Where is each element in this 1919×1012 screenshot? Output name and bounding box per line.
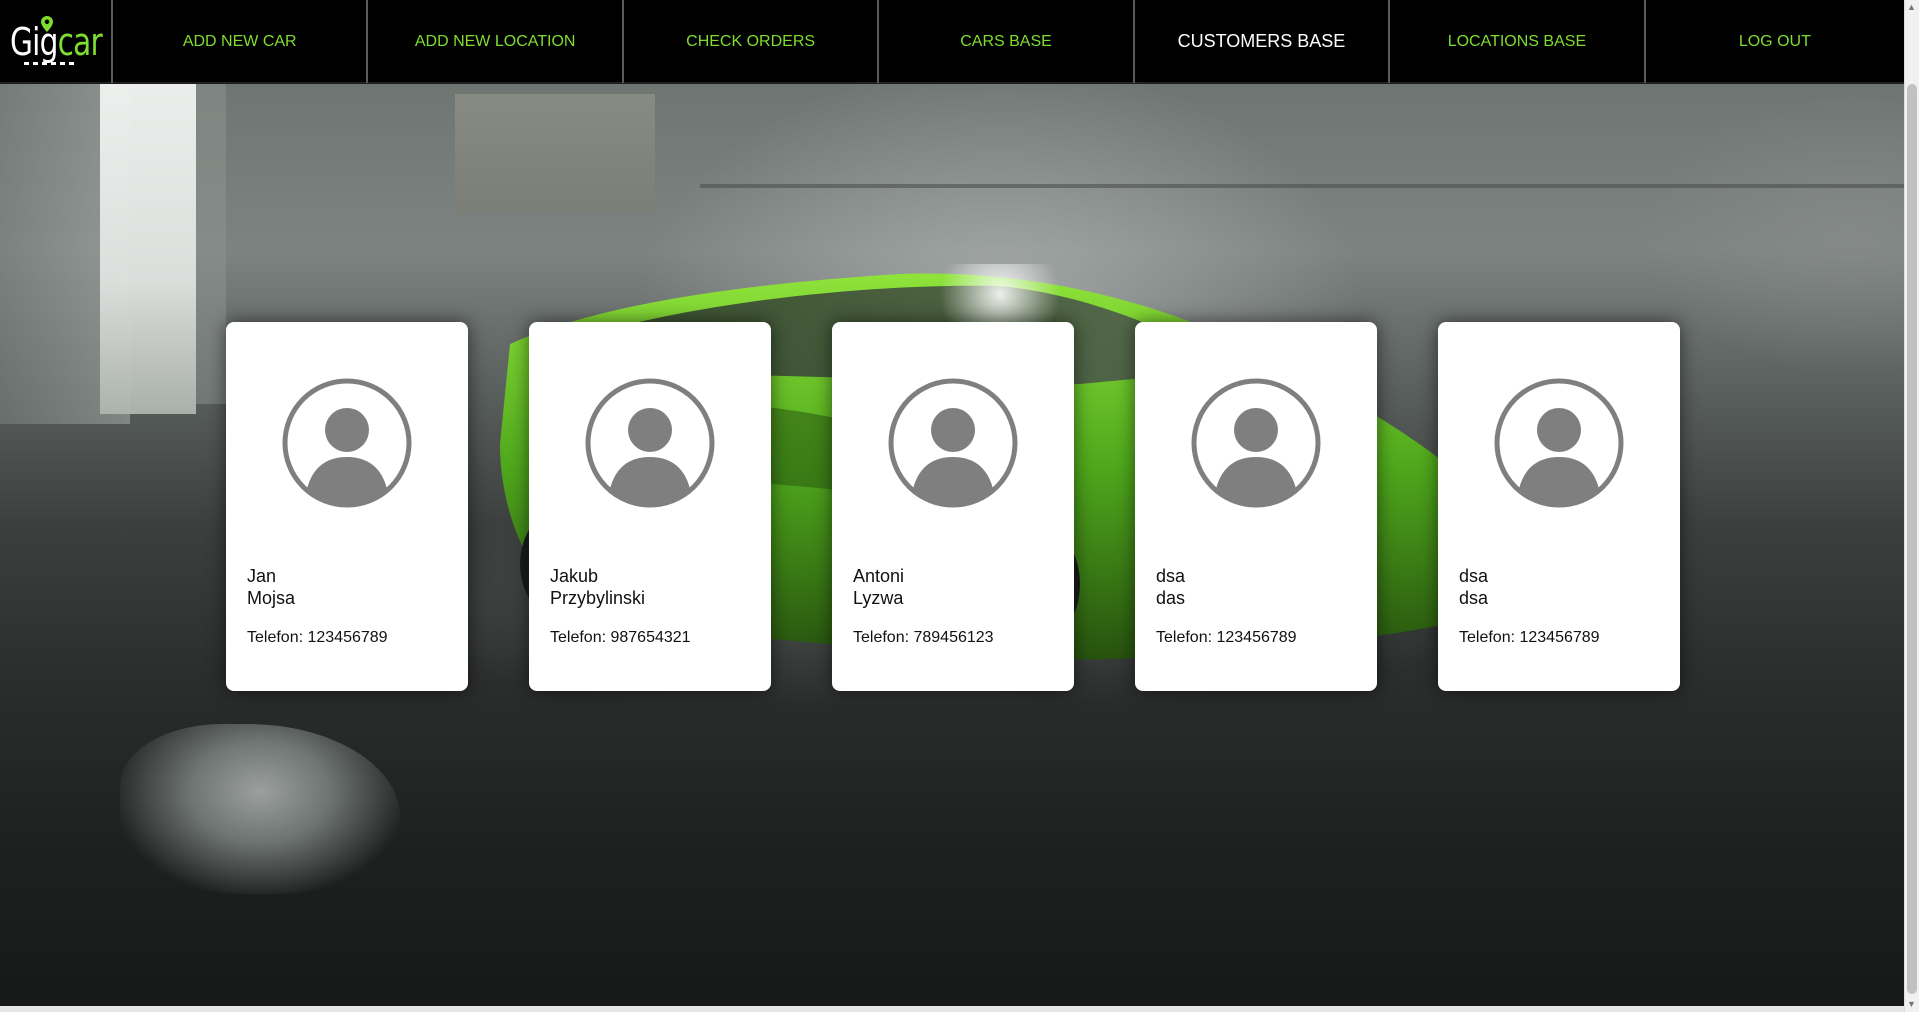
nav-customers-base[interactable]: CUSTOMERS BASE bbox=[1135, 0, 1391, 83]
nav-check-orders[interactable]: CHECK ORDERS bbox=[624, 0, 880, 83]
customer-name: dsa dsa bbox=[1459, 565, 1488, 609]
scrollbar-thumb[interactable] bbox=[1907, 84, 1917, 994]
customer-first-name: Jan bbox=[247, 566, 277, 586]
nav-add-new-car[interactable]: ADD NEW CAR bbox=[113, 0, 369, 83]
customer-phone: Telefon: 123456789 bbox=[1459, 629, 1600, 646]
customer-card[interactable]: Jakub Przybylinski Telefon: 987654321 bbox=[529, 322, 771, 691]
customer-last-name: das bbox=[1156, 588, 1186, 608]
horizontal-scrollbar[interactable] bbox=[0, 1006, 1904, 1012]
user-avatar-icon bbox=[1494, 378, 1624, 508]
customer-last-name: Mojsa bbox=[247, 588, 296, 608]
nav-locations-base[interactable]: LOCATIONS BASE bbox=[1390, 0, 1646, 83]
nav-log-out[interactable]: LOG OUT bbox=[1646, 0, 1904, 83]
customer-first-name: Antoni bbox=[853, 566, 905, 586]
customer-phone: Telefon: 123456789 bbox=[1156, 629, 1297, 646]
customer-first-name: Jakub bbox=[550, 566, 599, 586]
customer-name: dsa das bbox=[1156, 565, 1185, 609]
user-avatar-icon bbox=[282, 378, 412, 508]
customer-last-name: Przybylinski bbox=[550, 588, 646, 608]
customers-list: Jan Mojsa Telefon: 123456789 Jakub Przyb… bbox=[226, 322, 1680, 691]
logo-wordmark: Gig car bbox=[10, 19, 103, 64]
gigcar-logo[interactable]: Gig car bbox=[0, 0, 113, 83]
top-navigation: Gig car ADD NEW CAR ADD NEW LOCATION CHEC… bbox=[0, 0, 1904, 83]
customer-last-name: Lyzwa bbox=[853, 588, 904, 608]
customer-card[interactable]: dsa dsa Telefon: 123456789 bbox=[1438, 322, 1680, 691]
customer-first-name: dsa bbox=[1459, 566, 1489, 586]
customer-phone: Telefon: 789456123 bbox=[853, 629, 994, 646]
customer-first-name: dsa bbox=[1156, 566, 1186, 586]
customer-card[interactable]: dsa das Telefon: 123456789 bbox=[1135, 322, 1377, 691]
customer-name: Antoni Lyzwa bbox=[853, 565, 904, 609]
customer-phone: Telefon: 123456789 bbox=[247, 629, 388, 646]
logo-dots bbox=[24, 62, 74, 65]
user-avatar-icon bbox=[888, 378, 1018, 508]
customer-card[interactable]: Jan Mojsa Telefon: 123456789 bbox=[226, 322, 468, 691]
vertical-scrollbar[interactable]: ▲ ▼ bbox=[1904, 0, 1919, 1012]
customer-name: Jakub Przybylinski bbox=[550, 565, 645, 609]
customer-last-name: dsa bbox=[1459, 588, 1489, 608]
user-avatar-icon bbox=[1191, 378, 1321, 508]
nav-add-new-location[interactable]: ADD NEW LOCATION bbox=[368, 0, 624, 83]
scroll-up-icon[interactable]: ▲ bbox=[1907, 3, 1916, 12]
customer-phone: Telefon: 987654321 bbox=[550, 629, 691, 646]
scroll-down-icon[interactable]: ▼ bbox=[1907, 1000, 1916, 1009]
nav-cars-base[interactable]: CARS BASE bbox=[879, 0, 1135, 83]
logo-text-car: car bbox=[57, 19, 102, 64]
customer-card[interactable]: Antoni Lyzwa Telefon: 789456123 bbox=[832, 322, 1074, 691]
location-pin-icon bbox=[41, 16, 53, 32]
user-avatar-icon bbox=[585, 378, 715, 508]
customer-name: Jan Mojsa bbox=[247, 565, 295, 609]
